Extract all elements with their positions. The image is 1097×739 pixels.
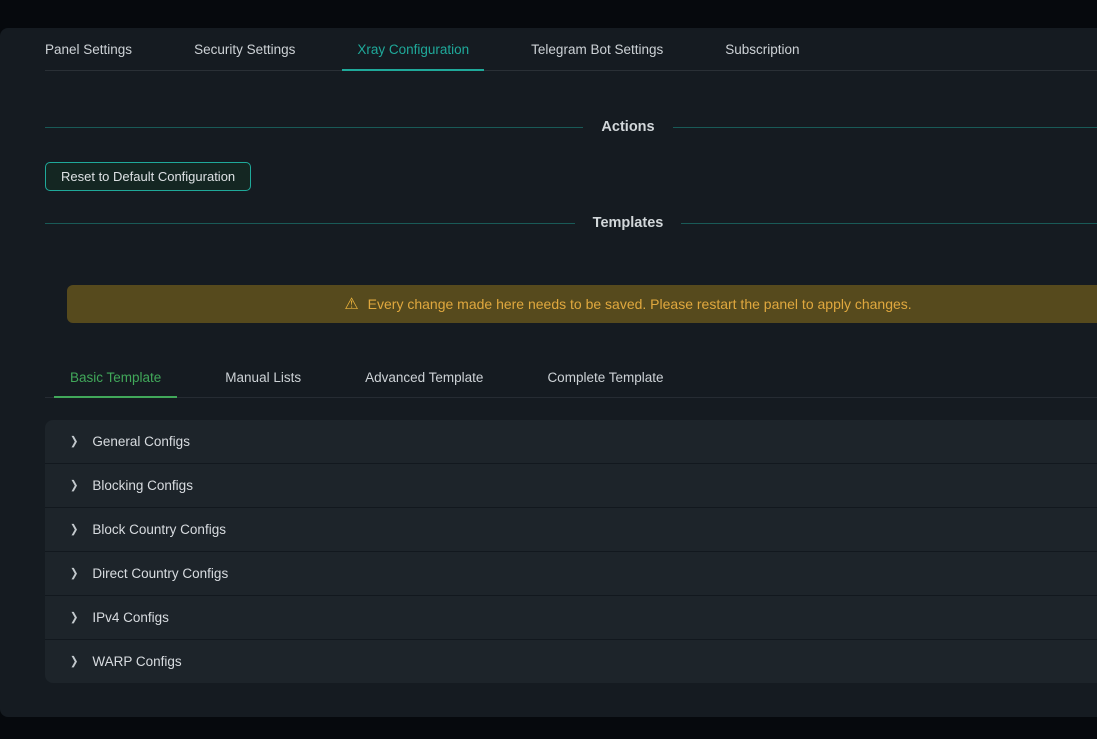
page-viewport: Panel Settings Security Settings Xray Co… xyxy=(0,0,1097,739)
accordion-item-general-configs[interactable]: ❯ General Configs xyxy=(45,420,1097,464)
templates-section-title: Templates xyxy=(575,215,682,231)
chevron-right-icon: ❯ xyxy=(70,479,78,492)
tab-manual-lists[interactable]: Manual Lists xyxy=(225,357,301,397)
reset-to-default-button[interactable]: Reset to Default Configuration xyxy=(45,162,251,191)
warning-triangle-icon: ⚠ xyxy=(344,296,358,312)
template-tab-bar: Basic Template Manual Lists Advanced Tem… xyxy=(45,357,1097,398)
chevron-right-icon: ❯ xyxy=(70,523,78,536)
accordion-item-warp-configs[interactable]: ❯ WARP Configs xyxy=(45,640,1097,683)
tab-advanced-template[interactable]: Advanced Template xyxy=(365,357,483,397)
accordion-item-direct-country-configs[interactable]: ❯ Direct Country Configs xyxy=(45,552,1097,596)
accordion-item-blocking-configs[interactable]: ❯ Blocking Configs xyxy=(45,464,1097,508)
tab-subscription[interactable]: Subscription xyxy=(725,42,799,70)
accordion-item-label: Direct Country Configs xyxy=(92,566,228,581)
accordion-item-label: Blocking Configs xyxy=(92,478,193,493)
settings-panel-card: Panel Settings Security Settings Xray Co… xyxy=(0,28,1097,717)
accordion-item-label: IPv4 Configs xyxy=(92,610,169,625)
accordion-item-block-country-configs[interactable]: ❯ Block Country Configs xyxy=(45,508,1097,552)
tab-xray-configuration[interactable]: Xray Configuration xyxy=(357,42,469,70)
templates-section-divider: Templates xyxy=(45,213,1097,233)
chevron-right-icon: ❯ xyxy=(70,435,78,448)
tab-security-settings[interactable]: Security Settings xyxy=(194,42,295,70)
warning-alert-text: Every change made here needs to be saved… xyxy=(368,296,912,312)
chevron-right-icon: ❯ xyxy=(70,611,78,624)
accordion-item-ipv4-configs[interactable]: ❯ IPv4 Configs xyxy=(45,596,1097,640)
accordion-item-label: Block Country Configs xyxy=(92,522,226,537)
tab-complete-template[interactable]: Complete Template xyxy=(547,357,663,397)
tab-basic-template[interactable]: Basic Template xyxy=(70,357,161,397)
chevron-right-icon: ❯ xyxy=(70,567,78,580)
actions-section-divider: Actions xyxy=(45,117,1097,137)
tab-telegram-bot-settings[interactable]: Telegram Bot Settings xyxy=(531,42,663,70)
restart-warning-alert: ⚠ Every change made here needs to be sav… xyxy=(67,285,1097,323)
settings-tab-bar: Panel Settings Security Settings Xray Co… xyxy=(45,28,1097,71)
chevron-right-icon: ❯ xyxy=(70,655,78,668)
tab-panel-settings[interactable]: Panel Settings xyxy=(45,42,132,70)
accordion-item-label: WARP Configs xyxy=(92,654,181,669)
accordion-item-label: General Configs xyxy=(92,434,190,449)
config-accordion: ❯ General Configs ❯ Blocking Configs ❯ B… xyxy=(45,420,1097,683)
actions-section-title: Actions xyxy=(583,119,672,135)
